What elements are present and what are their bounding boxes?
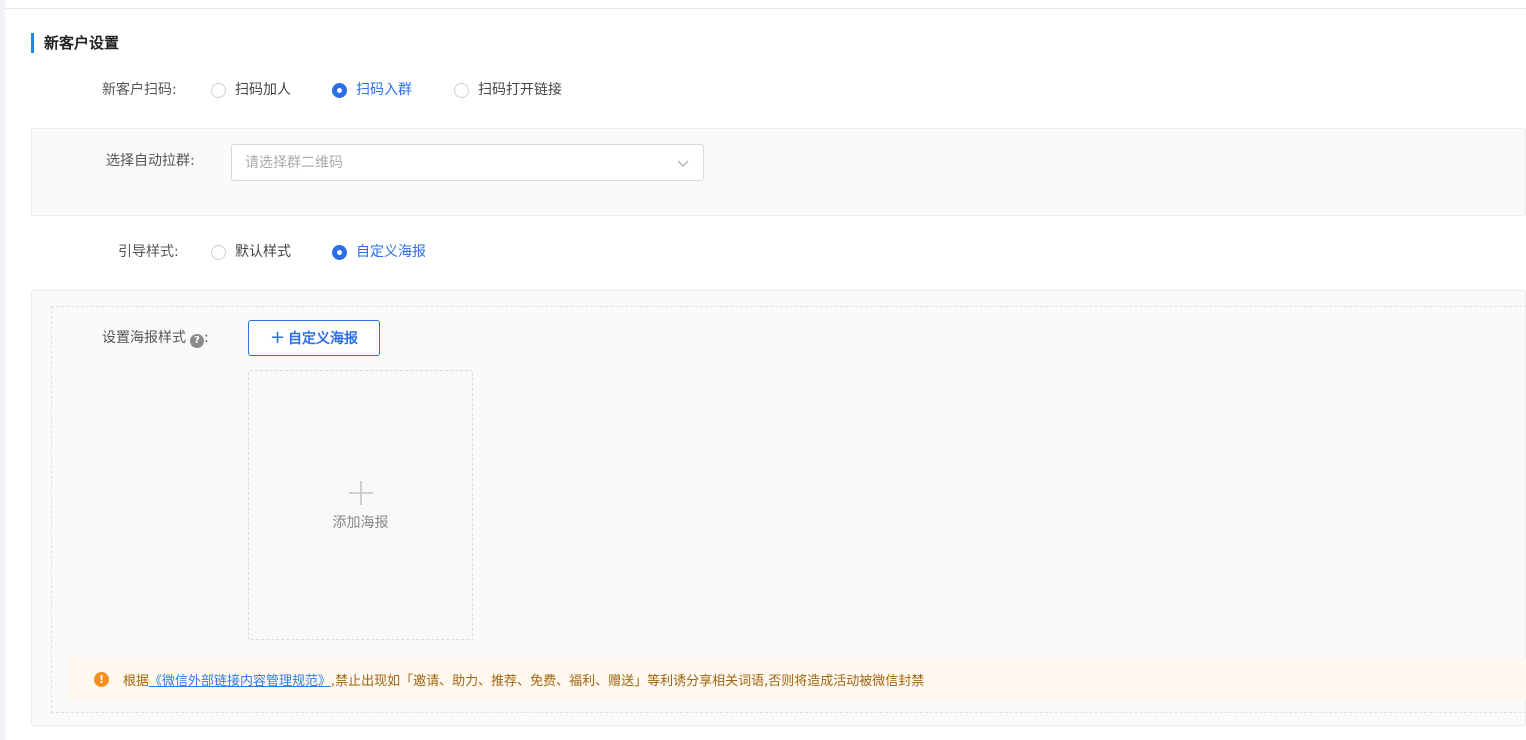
plus-icon: + [269,327,286,348]
radio-guide-default[interactable]: 默认样式 [211,242,291,262]
wechat-link-rules-link[interactable]: 《微信外部链接内容管理规范》 [149,670,331,689]
compliance-notice: ! 根据 《微信外部链接内容管理规范》 ,禁止出现如「邀请、助力、推荐、免费、福利、… [68,658,1526,700]
radio-scan-add-person[interactable]: 扫码加人 [211,80,291,100]
poster-style-label: 设置海报样式?: [102,328,209,348]
radio-circle [454,82,469,98]
radio-guide-custom-poster[interactable]: 自定义海报 [332,242,426,262]
radio-label: 扫码加人 [235,82,291,98]
notice-suffix: ,禁止出现如「邀请、助力、推荐、免费、福利、赠送」等利诱分享相关词语,否则将造成… [331,673,925,689]
radio-circle [332,244,347,260]
radio-scan-join-group[interactable]: 扫码入群 [332,80,412,100]
auto-group-label: 选择自动拉群: [106,153,195,169]
radio-label: 默认样式 [235,244,291,260]
poster-style-label-text: 设置海报样式 [102,330,186,346]
radio-label: 扫码入群 [356,82,412,98]
section-title: 新客户设置 [31,33,119,53]
page: 新客户设置 新客户扫码: 扫码加人 扫码入群 扫码打开链接 选择自动拉群: 请选… [5,0,1526,740]
chevron-down-icon [677,160,689,167]
help-icon[interactable]: ? [190,334,204,348]
previous-section-card [5,0,1526,9]
custom-poster-button[interactable]: + 自定义海报 [248,320,380,356]
add-poster-upload[interactable]: 添加海报 [248,370,473,640]
radio-circle [332,82,347,98]
group-qrcode-select[interactable]: 请选择群二维码 [231,144,704,181]
poster-settings-area: 设置海报样式?: + 自定义海报 添加海报 ! 根据 《微信外部链接内容管理规范》… [51,306,1526,713]
select-placeholder: 请选择群二维码 [245,155,343,171]
guide-style-label: 引导样式: [118,244,179,260]
poster-panel: 设置海报样式?: + 自定义海报 添加海报 ! 根据 《微信外部链接内容管理规范》… [31,290,1526,726]
poster-style-label-suffix: : [204,330,209,346]
auto-group-panel: 选择自动拉群: 请选择群二维码 [31,128,1526,216]
radio-label: 自定义海报 [356,244,426,260]
radio-label: 扫码打开链接 [478,82,562,98]
scan-mode-label: 新客户扫码: [102,82,177,98]
radio-circle [211,244,226,260]
warning-icon: ! [94,671,109,687]
radio-scan-open-link[interactable]: 扫码打开链接 [454,80,562,100]
radio-circle [211,82,226,98]
add-poster-label: 添加海报 [332,515,389,531]
custom-poster-button-label: 自定义海报 [288,331,359,347]
notice-prefix: 根据 [123,673,150,689]
plus-icon [349,481,373,505]
